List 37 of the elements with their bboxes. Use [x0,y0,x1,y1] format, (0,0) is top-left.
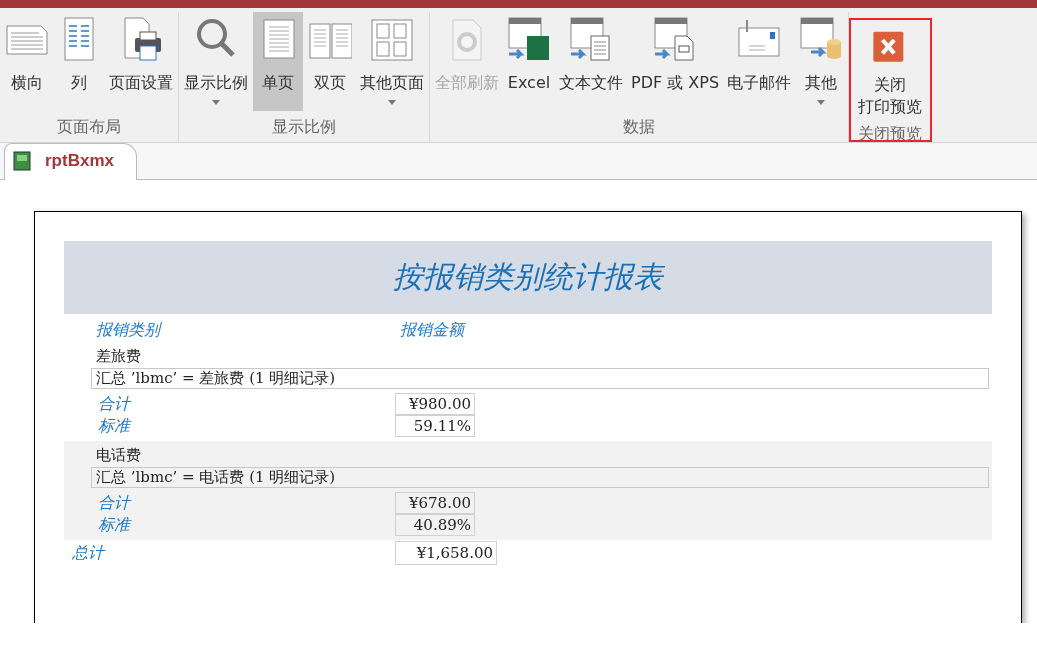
ribbon-button[interactable]: Excel [504,12,554,111]
ribbon-button[interactable]: 双页 [305,12,355,111]
ribbon-button[interactable]: 横向 [2,12,52,111]
ribbon-button[interactable]: 单页 [253,12,303,111]
ribbon-button[interactable]: 显示比例 [181,12,251,111]
total-value-field: ¥1,658.00 [395,541,497,565]
ribbon-button[interactable]: 文本文件 [556,12,626,111]
column-header: 报销金额 [400,320,464,341]
report-icon [13,151,31,171]
row-label: 合计 [97,393,133,415]
column-header: 报销类别 [96,320,163,341]
ribbon-button[interactable]: 其他 [796,12,847,111]
ribbon-button[interactable]: 页面设置 [106,12,176,111]
document-tab[interactable]: rptBxmx [4,143,137,180]
group-name: 电话费 [95,445,142,466]
value-field: ¥980.00 [395,393,475,415]
value-field: 59.11% [395,415,475,437]
ribbon-button[interactable]: PDF 或 XPS [628,12,723,111]
ribbon-button[interactable]: 关闭 打印预览 [855,26,926,118]
row-label: 标准 [97,415,133,437]
group-name: 差旅费 [95,346,142,367]
ribbon-button[interactable]: 其他页面 [357,12,427,111]
ribbon-button[interactable]: 列 [54,12,104,111]
multiple-pages-icon [370,16,414,64]
group-label: 页面布局 [56,116,122,138]
summary-field: 汇总 ’lbmc’ = 电话费 (1 明细记录) [91,467,989,488]
summary-field: 汇总 ’lbmc’ = 差旅费 (1 明细记录) [91,368,989,389]
group-label: 显示比例 [271,116,337,138]
ribbon-button[interactable]: 电子邮件 [724,12,795,111]
total-label: 总计 [71,542,107,564]
report-title: 按报销类别统计报表 [393,258,663,296]
value-field: ¥678.00 [395,492,475,514]
row-label: 合计 [97,492,133,514]
text-file-export-icon [569,16,613,64]
row-label: 标准 [97,514,133,536]
value-field: 40.89% [395,514,475,536]
group-label: 数据 [622,116,657,138]
